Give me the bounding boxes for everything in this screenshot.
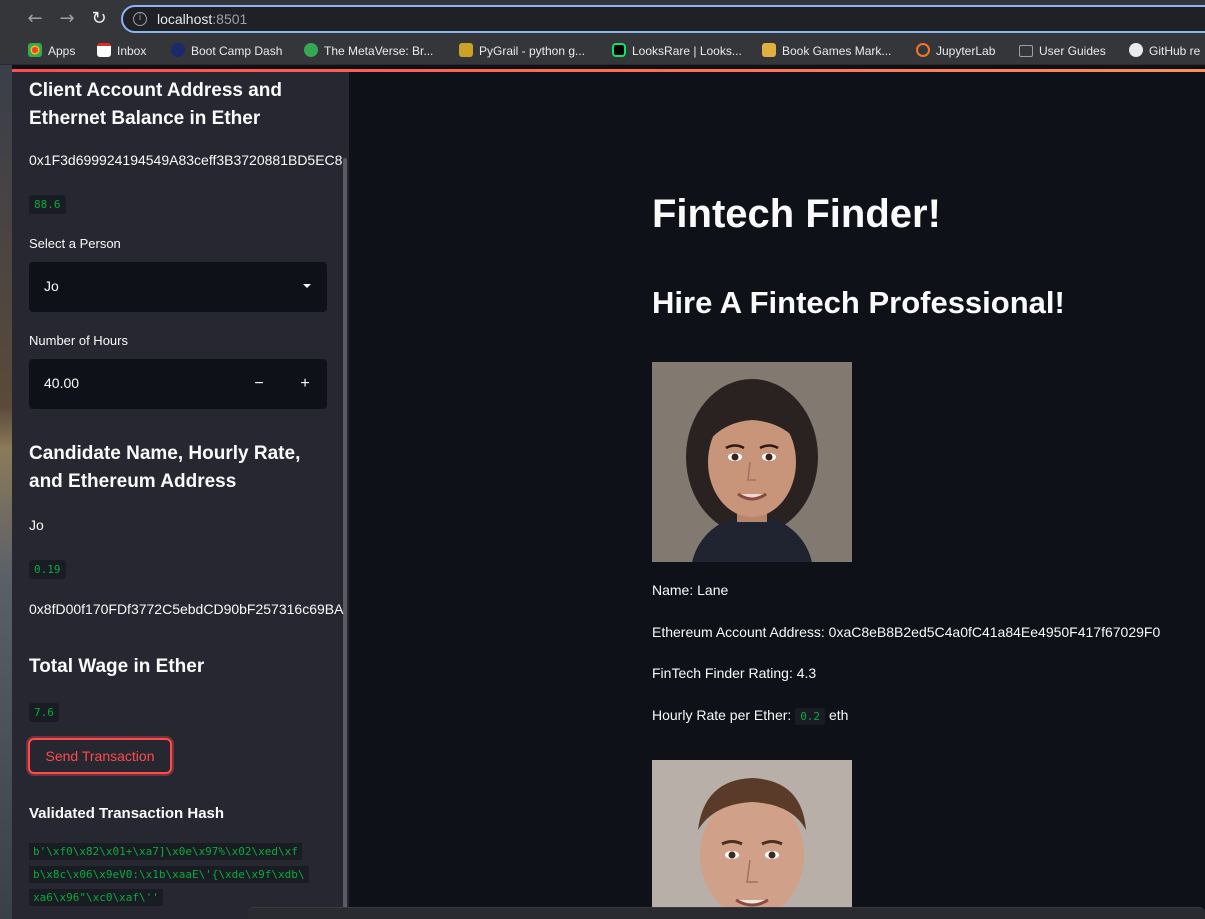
wage-heading: Total Wage in Ether [29, 656, 205, 677]
candidate-address: 0x8fD00f170FDf3772C5ebdCD90bF257316c69BA [29, 601, 344, 617]
bookmark-looksrare[interactable]: LooksRare | Looks... [612, 42, 742, 61]
main-content: Fintech Finder! Hire A Fintech Professio… [349, 72, 1205, 919]
hours-value[interactable]: 40.00 [44, 375, 79, 391]
account-heading: Client Account Address and Ethernet Bala… [29, 80, 283, 129]
page-title: Fintech Finder! [652, 192, 941, 236]
hash-line: b\x8c\x06\x9eV0:\x1b\xaaE\'{\xde\x9f\xdb… [29, 866, 309, 883]
decrement-button[interactable]: − [247, 372, 271, 396]
etf-icon [304, 43, 318, 57]
bookmarks-bar: Apps Inbox Boot Camp Dash The MetaVerse:… [0, 38, 1205, 65]
sidebar: Client Account Address and Ethernet Bala… [12, 72, 349, 919]
hourly-rate-label: Hourly Rate per Ether: [652, 707, 792, 723]
profile-address: Ethereum Account Address: 0xaC8eB8B2ed5C… [652, 624, 1161, 640]
candidate-rate: 0.19 [29, 560, 66, 579]
site-info-icon[interactable]: i [133, 12, 147, 26]
trophy-icon [459, 43, 473, 57]
select-person-label: Select a Person [29, 236, 121, 251]
page-subtitle: Hire A Fintech Professional! [652, 285, 1065, 320]
hash-line: b'\xf0\x82\x01+\xa7]\x0e\x97%\x02\xed\xf [29, 843, 302, 860]
hourly-rate-unit: eth [828, 707, 849, 723]
profile-name: Name: Lane [652, 582, 729, 598]
candidate-heading: Candidate Name, Hourly Rate, and Ethereu… [29, 443, 301, 492]
bookmark-inbox[interactable]: Inbox [97, 42, 146, 61]
profile-rating: FinTech Finder Rating: 4.3 [652, 665, 817, 681]
sidebar-scrollbar[interactable] [343, 158, 347, 919]
transaction-hash: b'\xf0\x82\x01+\xa7]\x0e\x97%\x02\xed\xf… [29, 840, 327, 909]
browser-window: ← → ↻ i localhost:8501 Apps Inbox Boot C… [0, 0, 1205, 919]
forward-icon[interactable]: → [54, 6, 80, 32]
bookmark-pygrail[interactable]: PyGrail - python g... [459, 42, 585, 61]
hash-heading: Validated Transaction Hash [29, 805, 225, 822]
select-person-dropdown[interactable]: Jo [29, 262, 327, 312]
balance-value: 88.6 [29, 195, 66, 214]
looksrare-icon [612, 43, 626, 57]
chevron-down-icon [303, 284, 311, 288]
jupyter-icon [916, 43, 930, 57]
github-icon [1129, 43, 1143, 57]
apps-grid-icon [28, 43, 42, 57]
profile-photo [652, 760, 852, 919]
browser-toolbar: ← → ↻ i localhost:8501 [0, 0, 1205, 38]
bootcamp-icon [171, 43, 185, 57]
profile-photo [652, 362, 852, 562]
select-person-value: Jo [44, 278, 59, 294]
reload-icon[interactable]: ↻ [86, 6, 112, 32]
bookmark-github[interactable]: GitHub re [1129, 42, 1200, 61]
hours-input[interactable]: 40.00 − + [29, 359, 327, 409]
overlay-strip [248, 907, 1205, 919]
bookmark-metaverse[interactable]: The MetaVerse: Br... [304, 42, 433, 61]
gmail-icon [97, 43, 111, 57]
bookmark-apps[interactable]: Apps [28, 42, 75, 61]
bookmark-book-games[interactable]: Book Games Mark... [762, 42, 891, 61]
wage-value: 7.6 [29, 703, 59, 722]
hash-line: xa6\x96"\xc0\xaf\'' [29, 889, 163, 906]
bookmark-user-guides[interactable]: User Guides [1019, 42, 1106, 61]
bookmark-jupyterlab[interactable]: JupyterLab [916, 42, 995, 61]
bookmark-boot-camp-dash[interactable]: Boot Camp Dash [171, 42, 282, 61]
folder-icon [1019, 45, 1033, 57]
book-games-icon [762, 43, 776, 57]
url-host: localhost [157, 11, 213, 27]
hours-label: Number of Hours [29, 333, 128, 348]
profile-hourly-rate: Hourly Rate per Ether: 0.2 eth [652, 707, 849, 725]
desktop-background-edge [0, 65, 12, 919]
address-bar[interactable]: i localhost:8501 [121, 5, 1205, 33]
candidate-name: Jo [29, 517, 44, 533]
url-port: :8501 [212, 11, 248, 27]
back-icon[interactable]: ← [22, 6, 48, 32]
account-address: 0x1F3d699924194549A83ceff3B3720881BD5EC8 [29, 152, 343, 168]
send-transaction-button[interactable]: Send Transaction [28, 738, 172, 774]
hourly-rate-value: 0.2 [795, 708, 826, 725]
increment-button[interactable]: + [293, 372, 317, 396]
